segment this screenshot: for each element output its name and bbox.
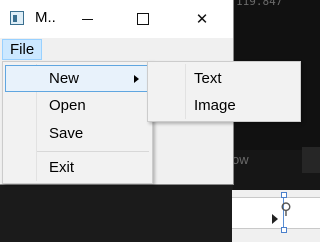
menu-item-label: New [49, 70, 80, 87]
background-timeline: ⚲ [232, 190, 320, 242]
title-bar[interactable]: M.. ✕ [0, 0, 233, 38]
menu-item-label: Exit [49, 159, 75, 176]
minimize-button[interactable] [64, 0, 110, 38]
close-icon: ✕ [195, 11, 209, 28]
background-cell [302, 147, 320, 173]
submenu-item-label: Text [194, 70, 222, 87]
new-submenu: Text Image [147, 61, 301, 122]
minimize-icon [81, 18, 93, 20]
file-menu-dropdown: New Open Save Exit [2, 61, 153, 184]
maximize-button[interactable] [120, 0, 166, 38]
submenu-item-image[interactable]: Image [150, 92, 298, 119]
background-readout: 119.847 [236, 0, 283, 8]
maximize-icon [137, 13, 149, 25]
selection-handle-bottom[interactable] [281, 227, 287, 233]
menu-item-open[interactable]: Open [5, 92, 150, 119]
menu-item-new[interactable]: New [5, 65, 150, 92]
selection-handle-top[interactable] [281, 192, 287, 198]
menu-file[interactable]: File [2, 39, 43, 60]
background-label: ow [232, 152, 249, 167]
submenu-item-text[interactable]: Text [150, 65, 298, 92]
menu-item-save[interactable]: Save [5, 120, 150, 147]
link-icon[interactable]: ⚲ [276, 200, 296, 220]
window-title: M.. [35, 9, 56, 26]
menu-item-label: Save [49, 125, 84, 142]
menu-item-label: Open [49, 97, 86, 114]
close-button[interactable]: ✕ [179, 0, 225, 38]
menu-separator [37, 151, 149, 152]
menu-bar: File [0, 38, 233, 60]
submenu-arrow-icon [134, 75, 139, 83]
menu-item-exit[interactable]: Exit [5, 154, 150, 181]
app-icon [10, 11, 24, 25]
submenu-item-label: Image [194, 97, 236, 114]
